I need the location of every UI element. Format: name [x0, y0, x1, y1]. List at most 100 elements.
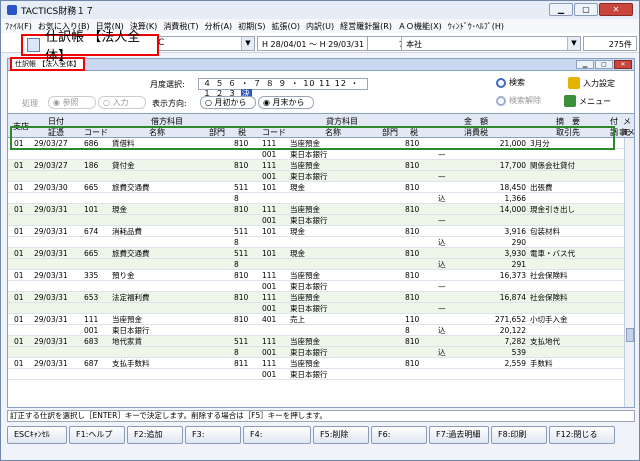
radio-input[interactable]: ○ 入力	[98, 96, 146, 109]
branch-select[interactable]: 本社 ▼	[401, 36, 581, 51]
cell-cn: 当座預金	[290, 161, 320, 170]
f5-delete-button[interactable]: F5:削除	[313, 426, 369, 444]
cell-dt: 810	[234, 205, 249, 214]
table-row[interactable]: 01 29/03/27 186 貸付金 810 111 当座預金 810 17,700 関係会社貸…	[8, 160, 634, 171]
col-summary: 摘 要	[556, 117, 580, 126]
menu-window-help[interactable]: ｳｨﾝﾄﾞｳ･ﾍﾙﾌﾟ(H)	[448, 21, 504, 32]
cell-cn: 当座預金	[290, 139, 320, 148]
input-settings-button[interactable]: 入力設定	[568, 77, 615, 89]
table-row[interactable]: 001 東日本銀行 8 込 20,122	[8, 325, 634, 336]
table-row[interactable]: 8 込 290	[8, 237, 634, 248]
cell-cc: 101	[262, 249, 277, 258]
menu-compass[interactable]: 経営羅針盤(R)	[340, 21, 392, 32]
radio-from-start[interactable]: ○ 月初から	[200, 96, 256, 109]
cell-amt: 2,559	[504, 359, 526, 368]
cell-dt: 8	[234, 348, 239, 357]
cell-cn: 現金	[290, 249, 305, 258]
cell-cc: 111	[262, 161, 277, 170]
col-debit: 借方科目	[151, 117, 183, 126]
table-row[interactable]: 01 29/03/31 335 預り金 810 111 当座預金 810 16,373 社会保険料	[8, 270, 634, 281]
f7-history-button[interactable]: F7:過去明細	[429, 426, 489, 444]
cell-ct: 810	[405, 227, 420, 236]
chevron-down-icon[interactable]: ▼	[567, 37, 580, 50]
maximize-icon[interactable]: ▢	[574, 3, 598, 16]
cell-cn: 現金	[290, 183, 305, 192]
esc-cancel-button[interactable]: ESCｷｬﾝｾﾙ	[7, 426, 67, 444]
cell-dn: 法定福利費	[112, 293, 150, 302]
menu-button-label: メニュー	[579, 96, 611, 106]
cell-amt: 7,282	[504, 337, 526, 346]
menu-breakdown[interactable]: 内訳(U)	[306, 21, 334, 32]
f4-button[interactable]: F4:	[243, 426, 311, 444]
cell-dn: 消耗品費	[112, 227, 142, 236]
table-row[interactable]: 01 29/03/31 653 法定福利費 810 111 当座預金 810 16,874 社会保…	[8, 292, 634, 303]
table-row[interactable]: 01 29/03/31 674 消耗品費 511 101 現金 810 3,916 包装材料	[8, 226, 634, 237]
cell-amt: 18,450	[499, 183, 526, 192]
app-window: TACTICS財務１７ ▁ ▢ ✕ ﾌｧｲﾙ(F) お気に入り(B) 日常(N)…	[0, 0, 640, 461]
search-cancel-button[interactable]: 検索解除	[496, 95, 541, 106]
radio-reference[interactable]: ◉ 参照	[48, 96, 96, 109]
f12-close-button[interactable]: F12:閉じる	[549, 426, 615, 444]
table-row[interactable]: 8 込 1,366	[8, 193, 634, 204]
chevron-down-icon[interactable]: ▼	[241, 37, 254, 50]
cell-cc: 101	[262, 183, 277, 192]
search-button[interactable]: 検索	[496, 77, 525, 88]
menu-button[interactable]: メニュー	[564, 95, 611, 107]
table-row[interactable]: 8 込 291	[8, 259, 634, 270]
cell-dt: 511	[234, 183, 249, 192]
vertical-scrollbar[interactable]	[624, 138, 634, 407]
cell-date: 29/03/31	[34, 205, 68, 214]
table-row[interactable]: 001 東日本銀行 —	[8, 303, 634, 314]
f3-button[interactable]: F3:	[185, 426, 241, 444]
child-maximize-icon[interactable]: ▢	[595, 60, 613, 69]
cell-sum: 包装材料	[530, 227, 560, 236]
table-row[interactable]: 001 東日本銀行 —	[8, 281, 634, 292]
f1-help-button[interactable]: F1:ヘルプ	[69, 426, 125, 444]
close-icon[interactable]: ✕	[599, 3, 633, 16]
cell-cc: 001	[262, 150, 277, 159]
col-debit-dept: 部門	[209, 128, 225, 137]
f2-add-button[interactable]: F2:追加	[127, 426, 183, 444]
menu-analysis[interactable]: 分析(A)	[204, 21, 232, 32]
cell-dt: 810	[234, 271, 249, 280]
f8-print-button[interactable]: F8:印刷	[491, 426, 547, 444]
cell-dc: 687	[84, 359, 99, 368]
cell-sum: 現金引き出し	[530, 205, 575, 214]
minimize-icon[interactable]: ▁	[549, 3, 573, 16]
menu-extension[interactable]: 拡張(O)	[272, 21, 301, 32]
menu-initial[interactable]: 初期(S)	[238, 21, 265, 32]
f6-button[interactable]: F6:	[371, 426, 427, 444]
child-minimize-icon[interactable]: ▁	[576, 60, 594, 69]
cell-cn: 東日本銀行	[290, 216, 328, 225]
child-close-icon[interactable]: ✕	[614, 60, 632, 69]
table-row[interactable]: 01 29/03/31 683 地代家賃 511 111 当座預金 810 7,282 支払地代	[8, 336, 634, 347]
table-row[interactable]: 01 29/03/31 111 当座預金 810 401 売上 110 271,652 小切手入金	[8, 314, 634, 325]
table-row[interactable]: 001 東日本銀行 —	[8, 171, 634, 182]
scrollbar-thumb[interactable]	[626, 328, 634, 342]
table-row[interactable]: 01 29/03/31 665 旅費交通費 511 101 現金 810 3,930 電車・バス代	[8, 248, 634, 259]
cell-sum: 関係会社貸付	[530, 161, 575, 170]
menu-file[interactable]: ﾌｧｲﾙ(F)	[5, 21, 32, 32]
cell-ct: 810	[405, 249, 420, 258]
table-row[interactable]: 01 29/03/27 686 賃借料 810 111 当座預金 810 21,000 3月分	[8, 138, 634, 149]
cell-dt: 810	[234, 161, 249, 170]
table-row[interactable]: 01 29/03/31 101 現金 810 111 当座預金 810 14,000 現金引き出し	[8, 204, 634, 215]
table-row[interactable]: 001 東日本銀行 —	[8, 215, 634, 226]
col-voucher: 証憑	[48, 128, 64, 137]
cell-amt: 21,000	[499, 139, 526, 148]
table-row[interactable]: 8 001 東日本銀行 込 539	[8, 347, 634, 358]
cell-dt: 810	[234, 139, 249, 148]
table-row[interactable]: 001 東日本銀行 —	[8, 149, 634, 160]
table-row[interactable]: 001 東日本銀行	[8, 369, 634, 380]
month-selector[interactable]: ４ ５ ６ ・ ７ ８ ９ ・ 10 11 12 ・ １ ２ ３ 決	[198, 78, 368, 98]
table-row[interactable]: 01 29/03/30 665 旅費交通費 511 101 現金 810 18,450 出張費	[8, 182, 634, 193]
cell-tx: —	[438, 172, 446, 181]
cell-br: 01	[14, 271, 24, 280]
table-row[interactable]: 01 29/03/31 687 支払手数料 811 111 当座預金 810 2,559 手数料	[8, 358, 634, 369]
search-cancel-button-label: 検索解除	[509, 96, 541, 105]
cell-cn: 当座預金	[290, 271, 320, 280]
radio-from-end[interactable]: ◉ 月末から	[258, 96, 314, 109]
cell-ct: 110	[405, 315, 420, 324]
menu-ao[interactable]: ＡＯ機能(X)	[398, 21, 442, 32]
menu-tax[interactable]: 消費税(T)	[163, 21, 198, 32]
